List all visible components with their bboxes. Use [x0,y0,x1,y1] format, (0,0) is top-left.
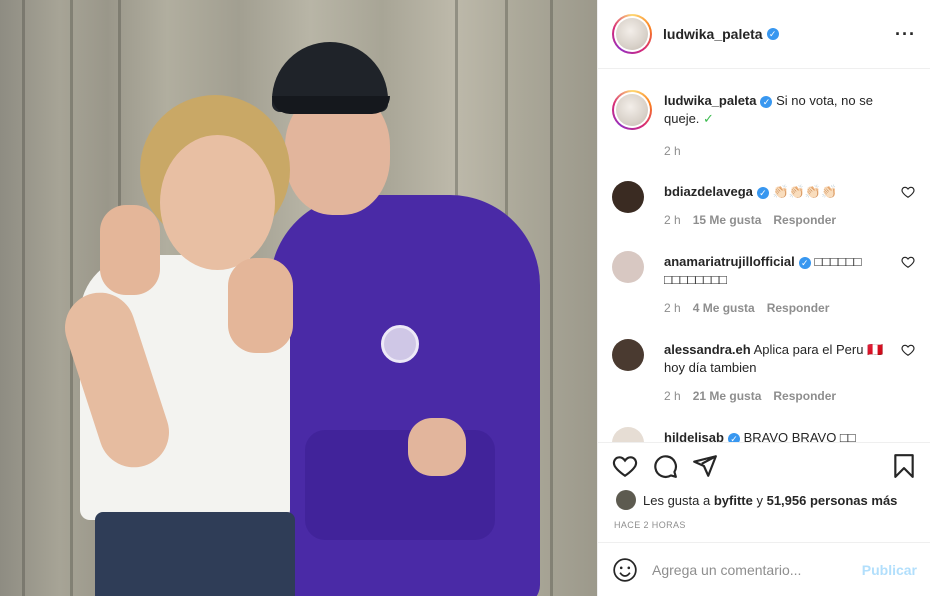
comment-username[interactable]: alessandra.eh [664,342,751,357]
likes-count[interactable]: 51,956 personas más [767,493,898,508]
ellipsis-icon[interactable]: ··· [895,24,916,45]
comment-username[interactable]: anamariatrujillofficial [664,254,795,269]
comment-icon[interactable] [652,453,678,479]
comment-like-heart-icon[interactable] [901,343,915,357]
verified-badge-icon: ✓ [798,257,811,269]
caption-time: 2 h [664,144,681,158]
caption-avatar[interactable] [612,90,652,130]
wall-groove [550,0,553,596]
commenter-avatar[interactable] [612,251,644,283]
comment-time: 2 h [664,213,681,227]
commenter-avatar[interactable] [612,427,644,442]
comment-text: 👏🏻👏🏻👏🏻👏🏻 [772,184,838,199]
liker-username[interactable]: byfitte [714,493,753,508]
verified-badge-icon: ✓ [766,28,779,40]
man-hand [408,418,466,476]
post-header: ludwika_paleta ✓ ··· [598,0,930,69]
comment-time: 2 h [664,301,681,315]
hoodie-badge [381,325,419,363]
comment-body: anamariatrujillofficial ✓ □□□□□□ □□□□□□□□ [664,253,889,289]
check-emoji: ✓ [703,111,714,126]
publish-button[interactable]: Publicar [862,562,917,578]
reply-button[interactable]: Responder [773,389,836,403]
comment-input[interactable] [652,561,852,578]
comment-meta: 2 h 4 Me gusta Responder [664,301,841,315]
liker-avatar[interactable] [616,490,636,510]
post-timestamp[interactable]: HACE 2 HORAS [614,520,686,530]
comment-body: bdiazdelavega ✓ 👏🏻👏🏻👏🏻👏🏻 [664,183,889,201]
thumbs-up-left [100,205,160,295]
cap-bill [272,96,390,114]
wall-groove [70,0,73,596]
comments-list[interactable]: ludwika_paleta ✓ Si no vota, no se queje.… [598,70,930,442]
comment-likes[interactable]: 21 Me gusta [693,389,762,403]
heart-icon[interactable] [612,453,638,479]
likes-summary: Les gusta a byfitte y 51,956 personas má… [616,490,897,510]
comment-like-heart-icon[interactable] [901,185,915,199]
bookmark-icon[interactable] [891,453,917,479]
verified-badge-icon: ✓ [760,96,773,108]
reply-button[interactable]: Responder [773,213,836,227]
comment-like-heart-icon[interactable] [901,255,915,269]
smiley-icon[interactable] [612,557,638,583]
wall-groove [22,0,25,596]
jeans [95,512,295,596]
comment-likes[interactable]: 4 Me gusta [693,301,755,315]
avatar-frame [614,16,650,52]
comment-text: BRAVO BRAVO □□ [743,430,856,442]
comment-username[interactable]: hildelisab [664,430,724,442]
woman-face [160,135,275,270]
verified-badge-icon: ✓ [756,187,769,199]
reply-button[interactable]: Responder [767,301,830,315]
post-photo[interactable] [0,0,597,596]
avatar-image [616,94,648,126]
hoodie-pocket [305,430,495,540]
comment-meta: 2 h 15 Me gusta Responder [664,213,848,227]
header-username[interactable]: ludwika_paleta [663,26,763,42]
likes-prefix: Les gusta a [643,492,711,508]
comment-likes[interactable]: 15 Me gusta [693,213,762,227]
comment-body: hildelisab ✓ BRAVO BRAVO □□ [664,429,889,442]
paper-plane-icon[interactable] [692,453,718,479]
comment-body: alessandra.eh Aplica para el Peru 🇵🇪 hoy… [664,341,889,377]
caption-username[interactable]: ludwika_paleta [664,93,756,108]
commenter-avatar[interactable] [612,181,644,213]
caption-body: ludwika_paleta ✓ Si no vota, no se queje.… [664,92,904,128]
avatar-frame [614,92,650,128]
comment-username[interactable]: bdiazdelavega [664,184,753,199]
comment-composer: Publicar [598,542,930,596]
commenter-avatar[interactable] [612,339,644,371]
profile-avatar[interactable] [612,14,652,54]
comment-time: 2 h [664,389,681,403]
caption-meta: 2 h [664,144,693,158]
avatar-image [616,18,648,50]
likes-joiner: y [756,492,763,508]
comment-meta: 2 h 21 Me gusta Responder [664,389,848,403]
post-side-panel: ludwika_paleta ✓ ··· ludwika_paleta ✓ Si … [597,0,930,596]
thumbs-up-right [228,258,293,353]
icon-row [612,453,917,483]
action-bar: Les gusta a byfitte y 51,956 personas má… [598,442,930,542]
verified-badge-icon: ✓ [727,433,740,442]
